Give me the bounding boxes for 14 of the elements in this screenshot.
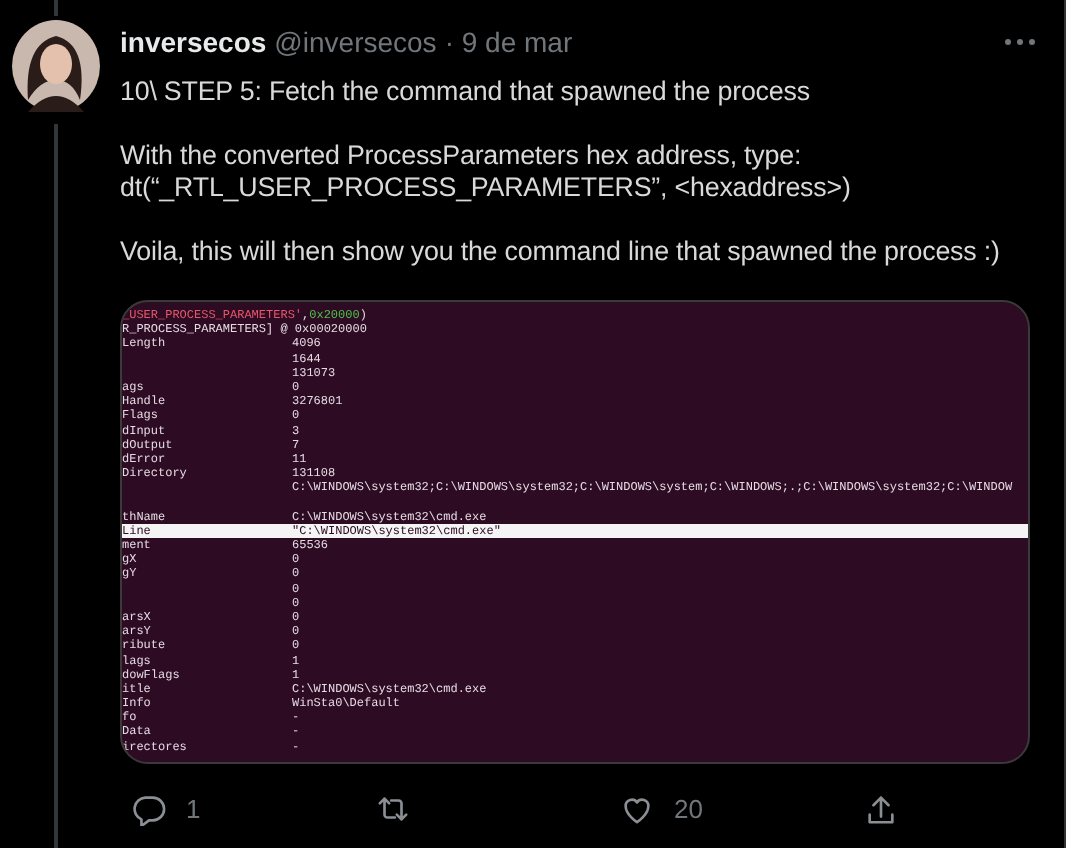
avatar[interactable] [12, 20, 100, 112]
share-icon[interactable] [864, 792, 898, 826]
tweet-date[interactable]: · 9 de mar [444, 24, 573, 60]
retweet-icon[interactable] [376, 792, 410, 826]
tweet-text: With the converted ProcessParameters hex address, type: dt(“_RTL_USER_PROCESS_PARAMETERS”, <hexaddress>) [120, 140, 853, 204]
more-icon[interactable] [1004, 38, 1036, 46]
tweet-text: Voila, this will then show you the command line that spawned the process :) [120, 236, 1002, 268]
author-name[interactable]: inversecos [120, 24, 267, 60]
author-handle: @inversecos [274, 24, 437, 60]
tweet-text: 10\ STEP 5: Fetch the command that spawned the process [120, 76, 812, 108]
like-count: 20 [674, 794, 703, 824]
speech-bubble-icon[interactable] [132, 792, 166, 826]
reply-count: 1 [186, 794, 201, 824]
heart-icon[interactable] [620, 792, 654, 826]
